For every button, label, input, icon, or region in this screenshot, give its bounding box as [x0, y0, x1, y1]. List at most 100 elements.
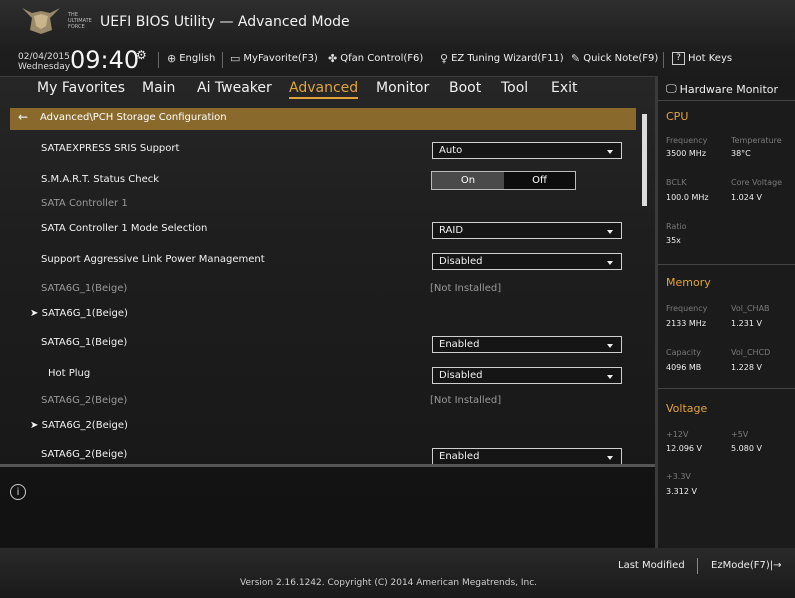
chevron-down-icon [607, 261, 613, 265]
hardware-monitor-title: 🖵 Hardware Monitor [666, 82, 778, 96]
mem-frequency-label: Frequency [666, 304, 708, 313]
hot-keys-button[interactable]: ? Hot Keys [672, 52, 732, 65]
v12-value: 12.096 V [666, 444, 703, 453]
smart-status-toggle[interactable]: On Off [431, 171, 576, 190]
voltage-heading: Voltage [666, 402, 708, 415]
language-label: English [179, 53, 216, 64]
sata6g-2-enable-dropdown[interactable]: Enabled [432, 448, 622, 464]
scrollbar-thumb[interactable] [642, 114, 647, 206]
chevron-down-icon [607, 375, 613, 379]
language-button[interactable]: ⊕ English [167, 52, 215, 65]
quick-note-button[interactable]: ✎ Quick Note(F9) [571, 52, 658, 65]
v12-label: +12V [666, 430, 689, 439]
setting-label: Hot Plug [48, 368, 91, 379]
setting-label: S.M.A.R.T. Status Check [41, 174, 160, 185]
toggle-on[interactable]: On [432, 172, 504, 189]
section-label: SATA Controller 1 [41, 198, 128, 209]
chevron-down-icon [607, 344, 613, 348]
divider [658, 100, 795, 101]
sata-mode-dropdown[interactable]: RAID [432, 222, 622, 239]
globe-icon: ⊕ [167, 52, 177, 65]
day-text: Wednesday [18, 62, 71, 72]
ezmode-button[interactable]: EzMode(F7)|→ [711, 560, 781, 571]
bios-window: THE ULTIMATE FORCE UEFI BIOS Utility — A… [0, 0, 795, 598]
back-arrow-icon[interactable]: ← [18, 110, 28, 124]
cpu-temperature-label: Temperature [731, 136, 782, 145]
footer-bar: Version 2.16.1242. Copyright (C) 2014 Am… [0, 548, 795, 598]
hot-keys-label: Hot Keys [688, 53, 733, 64]
date-text: 02/04/2015 [18, 52, 70, 62]
tab-ai-tweaker[interactable]: Ai Tweaker [197, 80, 272, 96]
hardware-monitor-panel: 🖵 Hardware Monitor CPU Frequency Tempera… [655, 76, 795, 548]
tab-advanced[interactable]: Advanced [289, 80, 359, 99]
setting-label: SATA6G_1(Beige) [41, 337, 128, 348]
monitor-icon: 🖵 [666, 82, 677, 95]
breadcrumb-text: Advanced\PCH Storage Configuration [40, 112, 227, 123]
last-modified-button[interactable]: Last Modified [618, 560, 685, 571]
clock: 09:40 [70, 46, 140, 74]
divider [222, 52, 223, 68]
date-display: 02/04/2015 Wednesday [18, 52, 70, 72]
bclk-label: BCLK [666, 178, 687, 187]
port-status: [Not Installed] [430, 395, 502, 406]
ez-tuning-wizard-button[interactable]: ♀ EZ Tuning Wizard(F11) [440, 52, 564, 65]
v33-label: +3.3V [666, 472, 691, 481]
qfan-label: Qfan Control(F6) [340, 53, 424, 64]
dropdown-value: Enabled [439, 451, 480, 462]
tab-tool[interactable]: Tool [501, 80, 528, 96]
mem-frequency-value: 2133 MHz [666, 319, 707, 328]
vol-chcd-value: 1.228 V [731, 363, 762, 372]
app-title: UEFI BIOS Utility — Advanced Mode [100, 14, 350, 30]
divider [158, 52, 159, 68]
core-voltage-label: Core Voltage [731, 178, 783, 187]
cpu-frequency-label: Frequency [666, 136, 708, 145]
hot-plug-dropdown[interactable]: Disabled [432, 367, 622, 384]
bclk-value: 100.0 MHz [666, 193, 709, 202]
tab-exit[interactable]: Exit [551, 80, 578, 96]
capacity-label: Capacity [666, 348, 701, 357]
qfan-control-button[interactable]: ✤ Qfan Control(F6) [328, 52, 423, 65]
tab-main[interactable]: Main [142, 80, 175, 96]
hw-title-text: Hardware Monitor [679, 82, 779, 96]
settings-list: SATAEXPRESS SRIS Support Auto S.M.A.R.T.… [0, 132, 655, 464]
tab-monitor[interactable]: Monitor [376, 80, 429, 96]
submenu-sata6g-1[interactable]: ➤ SATA6G_1(Beige) [30, 308, 128, 319]
setting-label: SATAEXPRESS SRIS Support [41, 143, 180, 154]
tab-boot[interactable]: Boot [449, 80, 481, 96]
toggle-off[interactable]: Off [504, 172, 575, 189]
v5-value: 5.080 V [731, 444, 762, 453]
v33-value: 3.312 V [666, 487, 697, 496]
chevron-down-icon [607, 456, 613, 460]
myfavorite-label: MyFavorite(F3) [243, 53, 318, 64]
chevron-down-icon [607, 230, 613, 234]
submenu-sata6g-2[interactable]: ➤ SATA6G_2(Beige) [30, 420, 128, 431]
divider [697, 558, 698, 574]
lightbulb-icon: ♀ [440, 52, 449, 65]
submenu-arrow-icon: ➤ [30, 308, 42, 319]
dropdown-value: Disabled [439, 370, 483, 381]
ratio-value: 35x [666, 236, 681, 245]
dropdown-value: Enabled [439, 339, 480, 350]
vol-chab-label: Vol_CHAB [731, 304, 770, 313]
dropdown-value: Auto [439, 145, 463, 156]
divider [663, 52, 664, 68]
sata6g-1-enable-dropdown[interactable]: Enabled [432, 336, 622, 353]
aggressive-link-pm-dropdown[interactable]: Disabled [432, 253, 622, 270]
version-text: Version 2.16.1242. Copyright (C) 2014 Am… [240, 578, 538, 588]
tab-my-favorites[interactable]: My Favorites [37, 80, 125, 96]
sataexpress-sris-dropdown[interactable]: Auto [432, 142, 622, 159]
divider [658, 388, 795, 389]
dropdown-value: Disabled [439, 256, 483, 267]
clock-settings-gear-icon[interactable]: ⚙ [136, 48, 147, 62]
capacity-value: 4096 MB [666, 363, 702, 372]
myfavorite-button[interactable]: ▭ MyFavorite(F3) [230, 52, 318, 65]
divider [658, 264, 795, 265]
info-icon: i [10, 484, 26, 500]
setting-label: SATA6G_2(Beige) [41, 449, 128, 460]
breadcrumb[interactable]: ← Advanced\PCH Storage Configuration [10, 108, 636, 130]
cpu-heading: CPU [666, 110, 689, 123]
port-label: SATA6G_1(Beige) [41, 283, 128, 294]
logo-text: THE ULTIMATE FORCE [68, 12, 92, 30]
cpu-frequency-value: 3500 MHz [666, 149, 707, 158]
memory-heading: Memory [666, 276, 711, 289]
